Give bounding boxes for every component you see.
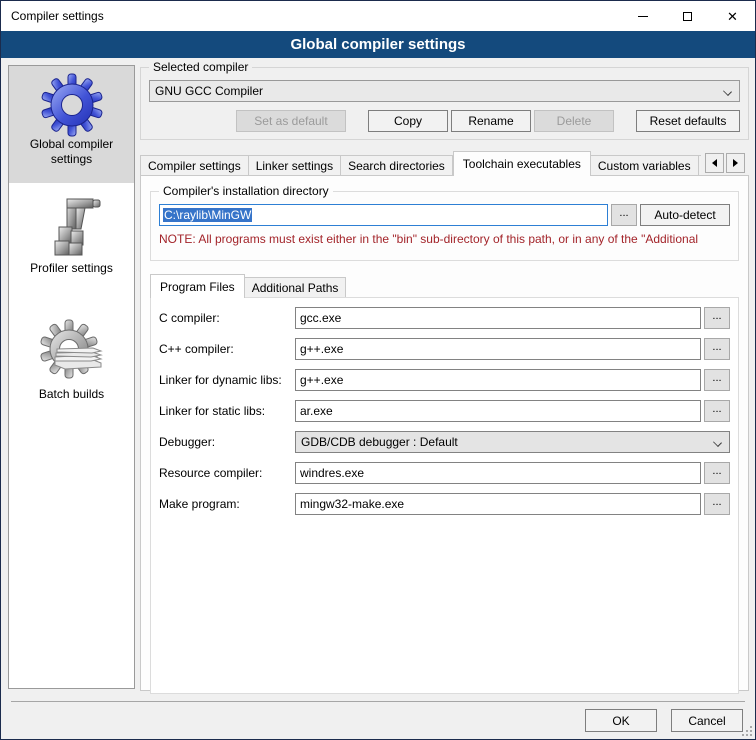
set-as-default-button[interactable]: Set as default — [236, 110, 346, 132]
window-title: Compiler settings — [1, 9, 104, 23]
installation-directory-row: C:\raylib\MinGW ... Auto-detect — [159, 204, 730, 226]
main-panel: Selected compiler GNU GCC Compiler Set a… — [140, 58, 749, 691]
bin-subdirectory-note: NOTE: All programs must exist either in … — [159, 232, 737, 246]
field-row-linker-static: Linker for static libs: ... — [159, 400, 730, 422]
sidebar-item-batch-builds[interactable]: Batch builds — [9, 293, 134, 402]
reset-defaults-button[interactable]: Reset defaults — [636, 110, 740, 132]
footer-separator — [11, 701, 745, 702]
compiler-actions-row: Set as default Copy Rename Delete Reset … — [149, 110, 740, 132]
footer-buttons: OK Cancel — [585, 709, 743, 732]
chevron-down-icon — [723, 87, 732, 96]
sidebar-item-global-compiler-settings[interactable]: Global compiler settings — [9, 66, 134, 183]
program-files-page: C compiler: ... C++ compiler: ... Linker… — [150, 297, 739, 694]
browse-make-program-button[interactable]: ... — [704, 493, 730, 515]
window-controls: ✕ — [620, 1, 755, 31]
tab-build-options[interactable]: Build — [699, 155, 701, 176]
browse-cpp-compiler-button[interactable]: ... — [704, 338, 730, 360]
debugger-dropdown[interactable]: GDB/CDB debugger : Default — [295, 431, 730, 453]
subtab-program-files[interactable]: Program Files — [150, 274, 245, 298]
linker-dynamic-input[interactable] — [295, 369, 701, 391]
sidebar-item-label: Profiler settings — [30, 261, 113, 276]
compiler-settings-window: Compiler settings ✕ Global compiler sett… — [0, 0, 756, 740]
browse-resource-compiler-button[interactable]: ... — [704, 462, 730, 484]
caliper-icon — [41, 195, 103, 261]
settings-tab-bar: Compiler settings Linker settings Search… — [140, 151, 749, 176]
batch-builds-gear-icon — [39, 319, 105, 387]
browse-linker-dynamic-button[interactable]: ... — [704, 369, 730, 391]
selected-path-text: C:\raylib\MinGW — [163, 208, 252, 222]
installation-directory-legend: Compiler's installation directory — [159, 184, 333, 198]
cancel-button[interactable]: Cancel — [671, 709, 743, 732]
close-button[interactable]: ✕ — [710, 1, 755, 31]
selected-compiler-dropdown[interactable]: GNU GCC Compiler — [149, 80, 740, 102]
field-row-linker-dynamic: Linker for dynamic libs: ... — [159, 369, 730, 391]
installation-directory-input[interactable]: C:\raylib\MinGW — [159, 204, 608, 226]
page-header: Global compiler settings — [1, 31, 755, 58]
selected-compiler-value: GNU GCC Compiler — [155, 84, 263, 98]
title-bar[interactable]: Compiler settings ✕ — [1, 1, 755, 31]
auto-detect-button[interactable]: Auto-detect — [640, 204, 730, 226]
field-label: Resource compiler: — [159, 466, 295, 480]
blue-gear-icon — [40, 73, 104, 137]
sidebar-item-label: Global compiler settings — [22, 137, 122, 167]
selected-compiler-legend: Selected compiler — [149, 60, 252, 74]
tab-scroll-area: Compiler settings Linker settings Search… — [140, 151, 701, 176]
sidebar-item-profiler-settings[interactable]: Profiler settings — [9, 183, 134, 293]
close-icon: ✕ — [727, 10, 738, 23]
program-files-tab-bar: Program Files Additional Paths — [150, 274, 739, 298]
field-row-debugger: Debugger: GDB/CDB debugger : Default — [159, 431, 730, 453]
minimize-button[interactable] — [620, 1, 665, 31]
c-compiler-input[interactable] — [295, 307, 701, 329]
make-program-input[interactable] — [295, 493, 701, 515]
arrow-right-icon — [733, 159, 738, 167]
field-row-make-program: Make program: ... — [159, 493, 730, 515]
page-title: Global compiler settings — [290, 36, 465, 53]
tab-scroll-left-button[interactable] — [705, 153, 724, 173]
subtab-additional-paths[interactable]: Additional Paths — [245, 277, 347, 298]
field-row-cpp-compiler: C++ compiler: ... — [159, 338, 730, 360]
settings-category-sidebar: Global compiler settings — [8, 65, 135, 689]
linker-static-input[interactable] — [295, 400, 701, 422]
tab-scroll-right-button[interactable] — [726, 153, 745, 173]
maximize-button[interactable] — [665, 1, 710, 31]
tab-search-directories[interactable]: Search directories — [341, 155, 453, 176]
tab-toolchain-executables[interactable]: Toolchain executables — [453, 151, 591, 176]
field-label: C compiler: — [159, 311, 295, 325]
tab-custom-variables[interactable]: Custom variables — [591, 155, 699, 176]
maximize-icon — [683, 12, 692, 21]
minimize-icon — [638, 16, 648, 17]
rename-button[interactable]: Rename — [451, 110, 531, 132]
debugger-value: GDB/CDB debugger : Default — [301, 435, 458, 449]
installation-directory-group: Compiler's installation directory C:\ray… — [150, 191, 739, 261]
cpp-compiler-input[interactable] — [295, 338, 701, 360]
field-label: Linker for static libs: — [159, 404, 295, 418]
field-label: C++ compiler: — [159, 342, 295, 356]
browse-c-compiler-button[interactable]: ... — [704, 307, 730, 329]
arrow-left-icon — [712, 159, 717, 167]
tab-compiler-settings[interactable]: Compiler settings — [140, 155, 249, 176]
toolchain-executables-page: Compiler's installation directory C:\ray… — [140, 175, 749, 691]
field-row-resource-compiler: Resource compiler: ... — [159, 462, 730, 484]
delete-button[interactable]: Delete — [534, 110, 614, 132]
dialog-body: Global compiler settings — [1, 58, 755, 739]
resize-grip-icon[interactable] — [742, 726, 752, 736]
browse-directory-button[interactable]: ... — [611, 204, 637, 226]
chevron-down-icon — [713, 438, 722, 447]
field-label: Make program: — [159, 497, 295, 511]
field-label: Debugger: — [159, 435, 295, 449]
copy-button[interactable]: Copy — [368, 110, 448, 132]
field-row-c-compiler: C compiler: ... — [159, 307, 730, 329]
selected-compiler-group: Selected compiler GNU GCC Compiler Set a… — [140, 67, 749, 140]
resource-compiler-input[interactable] — [295, 462, 701, 484]
sidebar-item-label: Batch builds — [39, 387, 104, 402]
tab-scroll-buttons — [705, 153, 745, 173]
ok-button[interactable]: OK — [585, 709, 657, 732]
browse-linker-static-button[interactable]: ... — [704, 400, 730, 422]
tab-linker-settings[interactable]: Linker settings — [249, 155, 341, 176]
field-label: Linker for dynamic libs: — [159, 373, 295, 387]
